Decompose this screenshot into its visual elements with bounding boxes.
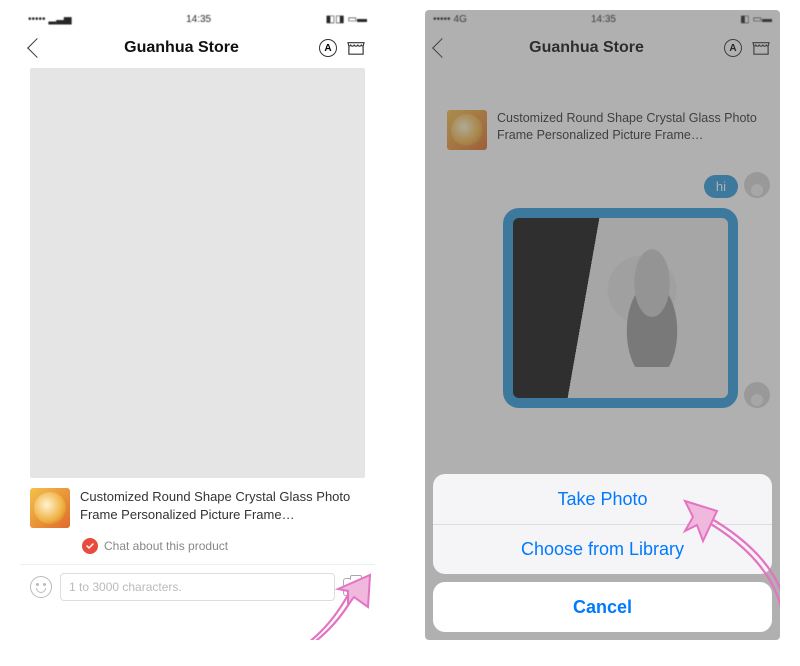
back-icon[interactable]	[27, 38, 47, 58]
chat-content: Customized Round Shape Crystal Glass Pho…	[425, 68, 780, 408]
action-sheet: Take Photo Choose from Library Cancel	[433, 474, 772, 632]
auto-translate-icon[interactable]: A	[724, 39, 742, 57]
product-thumb-icon	[30, 488, 70, 528]
message-row	[435, 208, 770, 408]
status-time: 14:35	[591, 14, 616, 25]
nav-icons: A	[724, 39, 770, 57]
take-photo-button[interactable]: Take Photo	[433, 474, 772, 524]
nav-icons: A	[319, 39, 365, 57]
chat-empty-area	[30, 68, 365, 478]
action-sheet-group: Take Photo Choose from Library	[433, 474, 772, 574]
camera-icon[interactable]	[343, 578, 365, 596]
phone-right: •••••4G 14:35 ◧▭▬ Guanhua Store A Custom…	[425, 10, 780, 640]
input-bar: 1 to 3000 characters.	[20, 565, 375, 609]
page-title: Guanhua Store	[124, 39, 239, 57]
input-placeholder: 1 to 3000 characters.	[69, 580, 182, 594]
storefront-icon[interactable]	[347, 40, 365, 56]
choose-library-button[interactable]: Choose from Library	[433, 524, 772, 574]
status-bar: •••••4G 14:35 ◧▭▬	[425, 10, 780, 28]
product-title: Customized Round Shape Crystal Glass Pho…	[497, 110, 758, 144]
message-row: hi	[435, 172, 770, 198]
image-message-bubble[interactable]	[503, 208, 738, 408]
avatar	[744, 172, 770, 198]
product-card[interactable]: Customized Round Shape Crystal Glass Pho…	[20, 478, 375, 538]
back-icon[interactable]	[432, 38, 452, 58]
status-time: 14:35	[186, 14, 211, 25]
nav-bar: Guanhua Store A	[425, 28, 780, 68]
auto-translate-icon[interactable]: A	[319, 39, 337, 57]
product-card[interactable]: Customized Round Shape Crystal Glass Pho…	[439, 102, 766, 158]
chat-about-label: Chat about this product	[104, 539, 228, 553]
phone-left: •••••▂▃▅ 14:35 ◧◨▭▬ Guanhua Store A Cust…	[20, 10, 375, 640]
message-input[interactable]: 1 to 3000 characters.	[60, 573, 335, 601]
check-circle-icon	[82, 538, 98, 554]
nav-bar: Guanhua Store A	[20, 28, 375, 68]
status-bar: •••••▂▃▅ 14:35 ◧◨▭▬	[20, 10, 375, 28]
emoji-icon[interactable]	[30, 576, 52, 598]
avatar	[744, 382, 770, 408]
message-bubble: hi	[704, 175, 738, 198]
chat-about-hint[interactable]: Chat about this product	[20, 538, 375, 564]
storefront-icon[interactable]	[752, 40, 770, 56]
product-thumb-icon	[447, 110, 487, 150]
cancel-button[interactable]: Cancel	[433, 582, 772, 632]
product-title: Customized Round Shape Crystal Glass Pho…	[80, 488, 365, 523]
page-title: Guanhua Store	[529, 39, 644, 57]
uploaded-photo	[513, 218, 728, 398]
